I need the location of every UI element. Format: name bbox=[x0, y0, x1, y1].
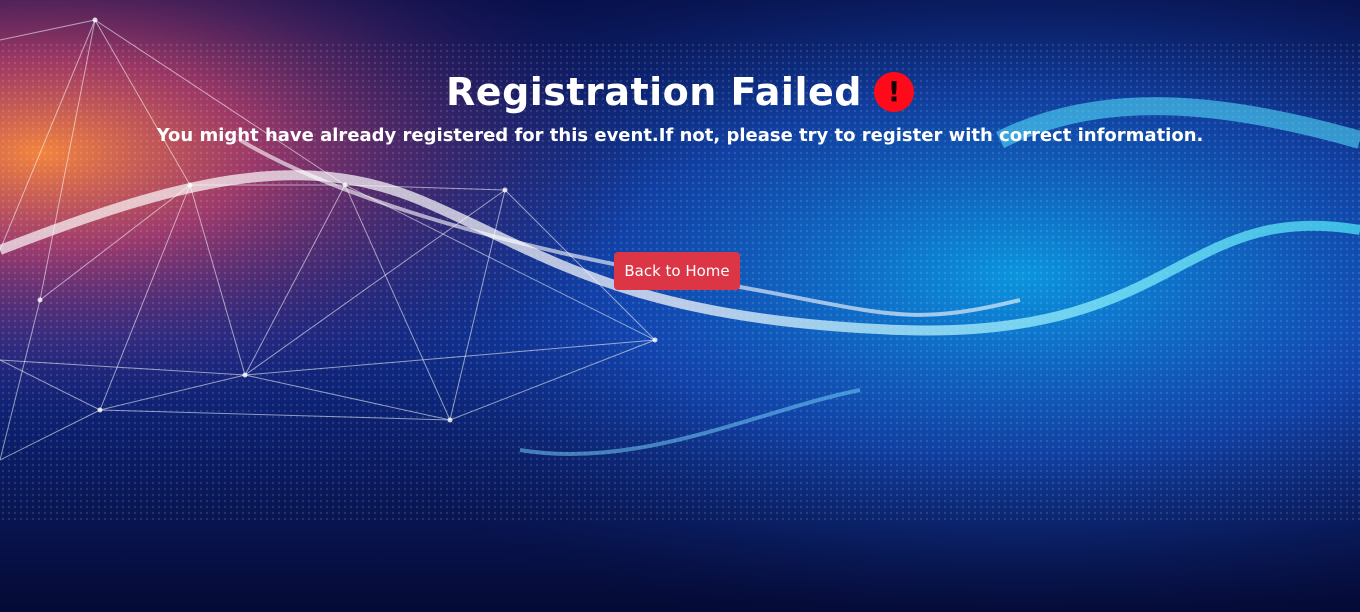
heading-row: Registration Failed ! bbox=[0, 70, 1360, 114]
exclamation-circle-icon: ! bbox=[873, 72, 914, 112]
failure-message: You might have already registered for th… bbox=[156, 125, 1204, 146]
registration-failed-page: Registration Failed ! You might have alr… bbox=[0, 0, 1360, 612]
page-title: Registration Failed bbox=[446, 70, 862, 114]
back-to-home-button[interactable]: Back to Home bbox=[614, 252, 740, 290]
